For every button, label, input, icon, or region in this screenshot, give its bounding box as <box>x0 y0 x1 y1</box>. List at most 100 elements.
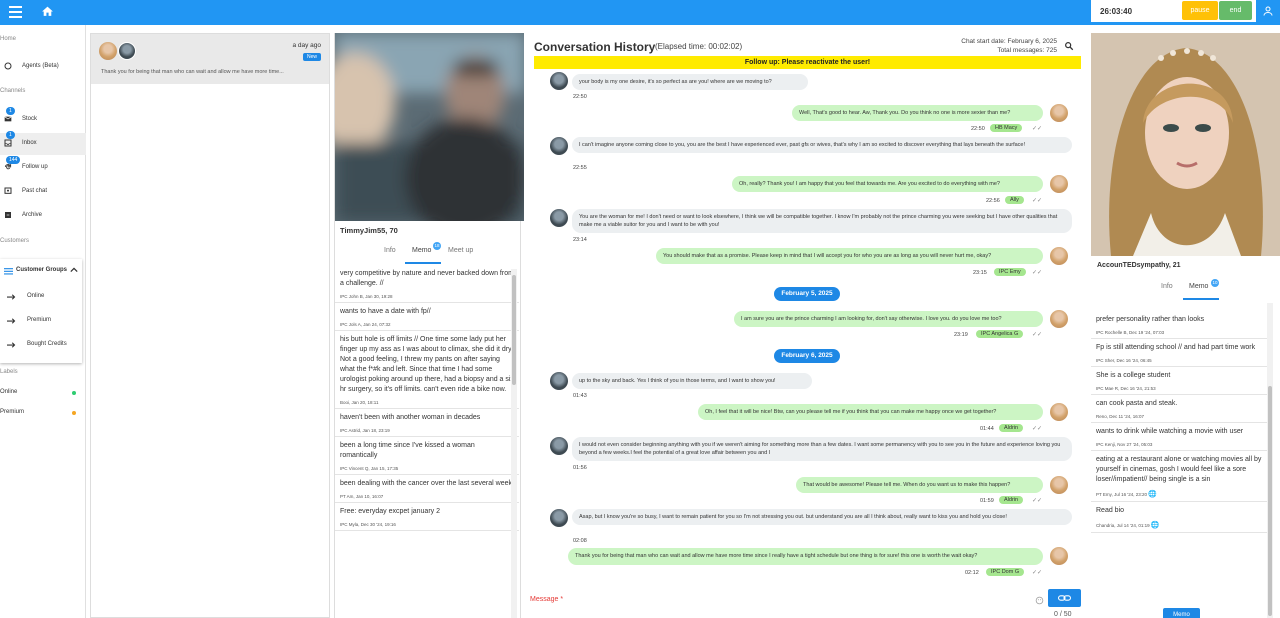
sidebar-item-follow-up[interactable]: Follow up <box>0 157 86 179</box>
memo-item: been dealing with the cancer over the la… <box>335 475 519 503</box>
tab-memo[interactable]: Memo <box>1189 283 1208 290</box>
agent-memo-list: prefer personality rather than looks IPC… <box>1091 311 1269 601</box>
menu-icon[interactable] <box>9 6 22 18</box>
memo-item: Fp is still attending school // and had … <box>1091 339 1269 367</box>
conversation-panel: Conversation History (Elapsed time: 00:0… <box>524 33 1090 618</box>
agent-photo <box>1091 33 1280 256</box>
sidebar-item-label: Past chat <box>22 188 48 194</box>
conversation-title: Conversation History <box>534 40 656 54</box>
inbox-preview: Thank you for being that man who can wai… <box>101 69 284 75</box>
message-incoming: I can't imagine anyone coming close to y… <box>572 137 1072 153</box>
message-time: 22:56 <box>986 198 1000 204</box>
memo-item: been a long time since I've kissed a wom… <box>335 437 519 475</box>
group-item-online[interactable]: Online <box>0 289 82 309</box>
memo-meta: PT Am, Jan 10, 16:07 <box>340 494 384 499</box>
tab-info[interactable]: Info <box>384 247 396 254</box>
label-item-online[interactable]: Online <box>0 386 82 400</box>
user-icon[interactable] <box>1262 5 1274 17</box>
message-incoming: your body is my one desire, it's so perf… <box>572 74 808 90</box>
inbox-time: a day ago <box>292 42 321 49</box>
memo-text: haven't been with another woman in decad… <box>340 414 481 421</box>
memo-meta: Chandria, Jul 14 '24, 01:19 🌐 <box>1096 521 1264 529</box>
read-check-icon: ✓✓ <box>1032 126 1043 132</box>
group-item-bought-credits[interactable]: Bought Credits <box>0 337 82 357</box>
search-icon[interactable] <box>1064 41 1074 51</box>
inbox-item[interactable]: a day ago New Thank you for being that m… <box>91 34 329 84</box>
message-input[interactable]: Message * <box>530 596 563 603</box>
agent-avatar <box>1050 403 1068 421</box>
label-item-premium[interactable]: Premium <box>0 406 82 420</box>
user-photo-image <box>335 33 525 221</box>
memo-text: Free: everyday excpet january 2 <box>340 508 440 515</box>
arrow-right-icon <box>7 294 16 300</box>
message-incoming: I would not even consider beginning anyt… <box>572 437 1072 461</box>
chevron-up-icon[interactable] <box>70 267 78 273</box>
memo-meta: IPC Mae R, Dec 16 '24, 21:53 <box>1096 386 1156 391</box>
globe-icon: 🌐 <box>1150 522 1160 529</box>
elapsed-time: (Elapsed time: 00:02:02) <box>655 42 743 51</box>
sidebar-item-past-chat[interactable]: Past chat <box>0 181 86 203</box>
emoji-icon[interactable] <box>1035 596 1044 605</box>
agent-avatar <box>1050 547 1068 565</box>
memo-item: eating at a restaurant alone or watching… <box>1091 451 1269 502</box>
character-counter: 0 / 50 <box>1054 611 1072 618</box>
tab-info[interactable]: Info <box>1161 283 1173 290</box>
agent-memo-scrollbar[interactable] <box>1267 303 1273 618</box>
group-item-premium[interactable]: Premium <box>0 313 82 333</box>
mail-icon <box>4 116 12 122</box>
premium-dot <box>72 411 76 415</box>
sidebar-item-stock[interactable]: Stock <box>0 109 86 131</box>
send-button[interactable] <box>1048 589 1081 607</box>
sidebar-item-agents[interactable]: Agents (Beta) <box>0 56 86 78</box>
agent-avatar <box>1050 247 1068 265</box>
agent-memo-scrollbar-thumb[interactable] <box>1268 386 1272 616</box>
memo-meta: IPC Sher, Dec 16 '24, 06:45 <box>1096 358 1152 363</box>
message-time: 02:08 <box>573 538 587 544</box>
memo-meta: IPC Vincent Q, Jan 15, 17:35 <box>340 466 399 471</box>
memo-scrollbar-thumb[interactable] <box>512 275 516 385</box>
session-timer: 26:03:40 <box>1100 7 1133 16</box>
memo-item: wants to have a date with fp// IPC Jols … <box>335 303 519 331</box>
customer-groups-panel: Customer Groups Online Premium Bought Cr… <box>0 259 82 363</box>
memo-item: wants to drink while watching a movie wi… <box>1091 423 1269 451</box>
pause-button[interactable]: pause <box>1182 1 1218 20</box>
memo-button[interactable]: Memo <box>1163 608 1200 618</box>
memo-text: his butt hole is off limits // One time … <box>340 336 514 393</box>
memo-text: eating at a restaurant alone or watching… <box>1096 456 1262 483</box>
read-check-icon: ✓✓ <box>1032 270 1043 276</box>
agent-tag: IPC Angelica G <box>976 330 1024 338</box>
message-time: 22:50 <box>971 126 985 132</box>
group-label: Premium <box>27 317 52 323</box>
memo-item: Read bio Chandria, Jul 14 '24, 01:19 🌐 <box>1091 502 1269 533</box>
message-incoming: You are the woman for me! I don't need o… <box>572 209 1072 233</box>
user-avatar <box>550 437 568 455</box>
tab-memo[interactable]: Memo <box>412 247 431 254</box>
message-time: 22:50 <box>573 94 587 100</box>
active-tab-indicator <box>405 262 441 264</box>
sidebar-item-archive[interactable]: Archive <box>0 205 86 227</box>
agent-avatar <box>1050 476 1068 494</box>
message-outgoing: Oh, really? Thank you! I am happy that y… <box>732 176 1043 192</box>
message-time: 23:15 <box>973 270 987 276</box>
memo-text: wants to drink while watching a movie wi… <box>1096 428 1244 435</box>
agent-avatar <box>1050 310 1068 328</box>
customer-groups-title[interactable]: Customer Groups <box>16 267 67 273</box>
agent-name: AccounTEDsympathy, 21 <box>1097 262 1181 269</box>
user-avatar <box>550 372 568 390</box>
end-button[interactable]: end <box>1219 1 1252 20</box>
memo-scrollbar[interactable] <box>511 269 517 618</box>
active-tab-indicator <box>1183 298 1219 300</box>
home-icon[interactable] <box>41 5 54 18</box>
message-time: 02:12 <box>965 570 979 576</box>
agent-avatar <box>99 42 117 60</box>
followup-banner: Follow up: Please reactivate the user! <box>534 56 1081 69</box>
date-separator: February 6, 2025 <box>774 349 840 363</box>
memo-text: been a long time since I've kissed a wom… <box>340 442 475 459</box>
memo-meta: Reno, Dec 11 '24, 16:07 <box>1096 414 1145 419</box>
label-name: Online <box>0 389 18 395</box>
agent-profile-panel: AccounTEDsympathy, 21 Info Memo 10 prefe… <box>1091 33 1280 618</box>
memo-text: Read bio <box>1096 507 1125 514</box>
tab-meet-up[interactable]: Meet up <box>448 247 473 254</box>
inbox-list: a day ago New Thank you for being that m… <box>90 33 330 618</box>
memo-text: She is a college student <box>1096 372 1171 379</box>
